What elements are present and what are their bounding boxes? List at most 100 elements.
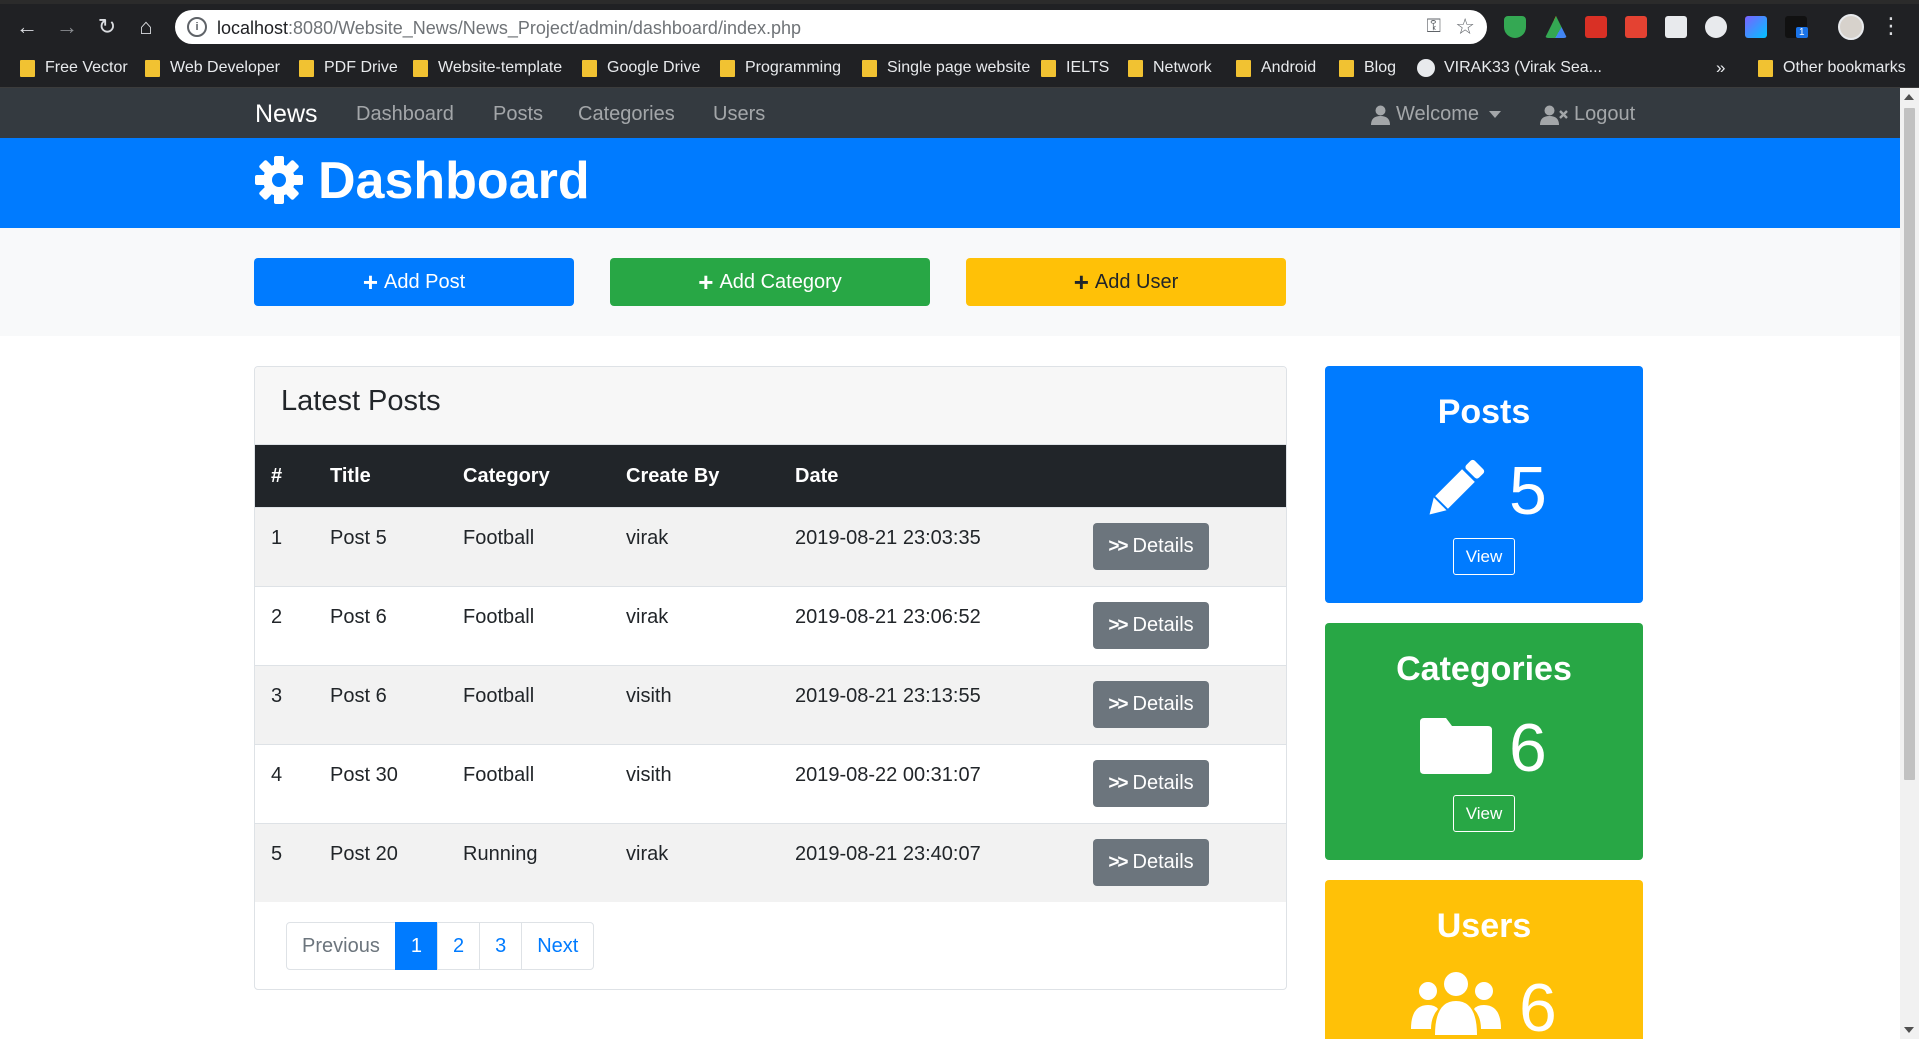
angle-double-right-icon: >>	[1108, 614, 1128, 636]
forward-icon[interactable]: →	[52, 12, 82, 42]
details-button[interactable]: >> Details	[1093, 681, 1209, 728]
url-text[interactable]: localhost:8080/Website_News/News_Project…	[217, 18, 801, 39]
brand-link[interactable]: News	[255, 100, 318, 129]
table-row: 5 Post 20 Running virak 2019-08-21 23:40…	[255, 823, 1286, 902]
row-date: 2019-08-21 23:06:52	[795, 606, 981, 628]
google-drive-icon[interactable]	[1545, 16, 1567, 38]
bookmarks-overflow-icon[interactable]: »	[1716, 58, 1725, 78]
page-next[interactable]: Next	[521, 922, 595, 970]
shield-extension-icon[interactable]	[1504, 16, 1526, 38]
folder-icon	[145, 59, 160, 77]
gear-icon	[255, 156, 303, 204]
bookmark-virak33[interactable]: VIRAK33 (Virak Sea...	[1417, 56, 1602, 80]
row-category: Football	[463, 764, 535, 786]
home-icon[interactable]: ⌂	[131, 12, 161, 42]
nav-categories[interactable]: Categories	[578, 103, 675, 126]
categories-stat-card: Categories 6 View	[1325, 623, 1643, 860]
user-times-icon	[1540, 105, 1568, 125]
bookmark-other-bookmarks[interactable]: Other bookmarks	[1758, 56, 1906, 80]
printer-extension-icon[interactable]	[1665, 16, 1687, 38]
row-date: 2019-08-21 23:13:55	[795, 685, 981, 707]
reload-icon[interactable]: ↻	[92, 12, 122, 42]
user-icon	[1371, 105, 1390, 125]
back-icon[interactable]: ←	[12, 12, 42, 42]
folder-icon	[20, 59, 35, 77]
angle-double-right-icon: >>	[1108, 772, 1128, 794]
details-button[interactable]: >> Details	[1093, 839, 1209, 886]
categories-view-button[interactable]: View	[1453, 795, 1515, 832]
address-bar[interactable]: i localhost:8080/Website_News/News_Proje…	[175, 10, 1487, 44]
angle-double-right-icon: >>	[1108, 851, 1128, 873]
row-title: Post 6	[330, 685, 387, 707]
page-3[interactable]: 3	[479, 922, 523, 970]
color-extension-icon[interactable]	[1745, 16, 1767, 38]
column-number: #	[271, 465, 283, 487]
plus-icon: +	[362, 267, 378, 297]
nav-posts[interactable]: Posts	[493, 103, 543, 126]
folder-icon	[1339, 59, 1354, 77]
nav-users[interactable]: Users	[713, 103, 765, 126]
row-date: 2019-08-22 00:31:07	[795, 764, 981, 786]
todoist-icon[interactable]	[1625, 16, 1647, 38]
page-previous[interactable]: Previous	[286, 922, 396, 970]
profile-avatar[interactable]	[1838, 14, 1864, 40]
bookmark-android[interactable]: Android	[1236, 56, 1316, 80]
pagination: Previous 1 2 3 Next	[286, 922, 595, 970]
row-category: Football	[463, 685, 535, 707]
extension-badge-icon[interactable]: 1	[1785, 16, 1808, 38]
row-number: 1	[271, 527, 283, 549]
bookmark-ielts[interactable]: IELTS	[1041, 56, 1109, 80]
details-button[interactable]: >> Details	[1093, 523, 1209, 570]
users-stat-title: Users	[1436, 907, 1532, 945]
plus-icon: +	[1073, 267, 1089, 297]
menu-dots-icon[interactable]: ⋮	[1880, 13, 1902, 39]
key-icon[interactable]: ⚿	[1427, 16, 1441, 38]
bookmark-blog[interactable]: Blog	[1339, 56, 1396, 80]
posts-count: 5	[1509, 453, 1547, 529]
chat-extension-icon[interactable]	[1705, 16, 1727, 38]
users-icon	[1411, 972, 1501, 1035]
bookmark-network[interactable]: Network	[1128, 56, 1212, 80]
table-row: 4 Post 30 Football visith 2019-08-22 00:…	[255, 744, 1286, 823]
page-scrollbar[interactable]	[1900, 88, 1919, 1039]
bookmark-programming[interactable]: Programming	[720, 56, 841, 80]
browser-toolbar: ← → ↻ ⌂ i localhost:8080/Website_News/Ne…	[0, 0, 1919, 47]
bookmark-star-icon[interactable]: ☆	[1455, 14, 1475, 40]
add-category-button[interactable]: + Add Category	[610, 258, 930, 306]
bookmark-website-template[interactable]: Website-template	[413, 56, 562, 80]
site-info-icon[interactable]: i	[187, 17, 207, 37]
add-post-button[interactable]: + Add Post	[254, 258, 574, 306]
row-title: Post 5	[330, 527, 387, 549]
folder-icon	[299, 59, 314, 77]
welcome-dropdown[interactable]: Welcome	[1371, 103, 1501, 126]
pdf-extension-icon[interactable]	[1585, 16, 1607, 38]
bookmark-pdf-drive[interactable]: PDF Drive	[299, 56, 398, 80]
page-1[interactable]: 1	[394, 922, 438, 970]
bookmark-free-vector[interactable]: Free Vector	[20, 56, 128, 80]
scroll-down-icon[interactable]	[1904, 1027, 1914, 1033]
add-user-button[interactable]: + Add User	[966, 258, 1286, 306]
page-2[interactable]: 2	[436, 922, 481, 970]
table-row: 2 Post 6 Football virak 2019-08-21 23:06…	[255, 586, 1286, 665]
posts-view-button[interactable]: View	[1453, 538, 1515, 575]
row-date: 2019-08-21 23:40:07	[795, 843, 981, 865]
bookmark-web-developer[interactable]: Web Developer	[145, 56, 280, 80]
row-date: 2019-08-21 23:03:35	[795, 527, 981, 549]
scroll-up-icon[interactable]	[1904, 94, 1914, 100]
bookmark-google-drive[interactable]: Google Drive	[582, 56, 700, 80]
nav-dashboard[interactable]: Dashboard	[356, 103, 454, 126]
logout-link[interactable]: Logout	[1540, 103, 1635, 126]
users-count: 6	[1519, 970, 1557, 1039]
angle-double-right-icon: >>	[1108, 693, 1128, 715]
row-title: Post 30	[330, 764, 398, 786]
row-author: visith	[626, 764, 672, 786]
folder-icon	[1128, 59, 1143, 77]
folder-icon	[413, 59, 428, 77]
details-button[interactable]: >> Details	[1093, 602, 1209, 649]
row-title: Post 6	[330, 606, 387, 628]
details-button[interactable]: >> Details	[1093, 760, 1209, 807]
scrollbar-thumb[interactable]	[1904, 108, 1915, 780]
posts-stat-title: Posts	[1437, 393, 1531, 431]
bookmark-single-page-website[interactable]: Single page website	[862, 56, 1030, 80]
column-date: Date	[795, 465, 839, 487]
